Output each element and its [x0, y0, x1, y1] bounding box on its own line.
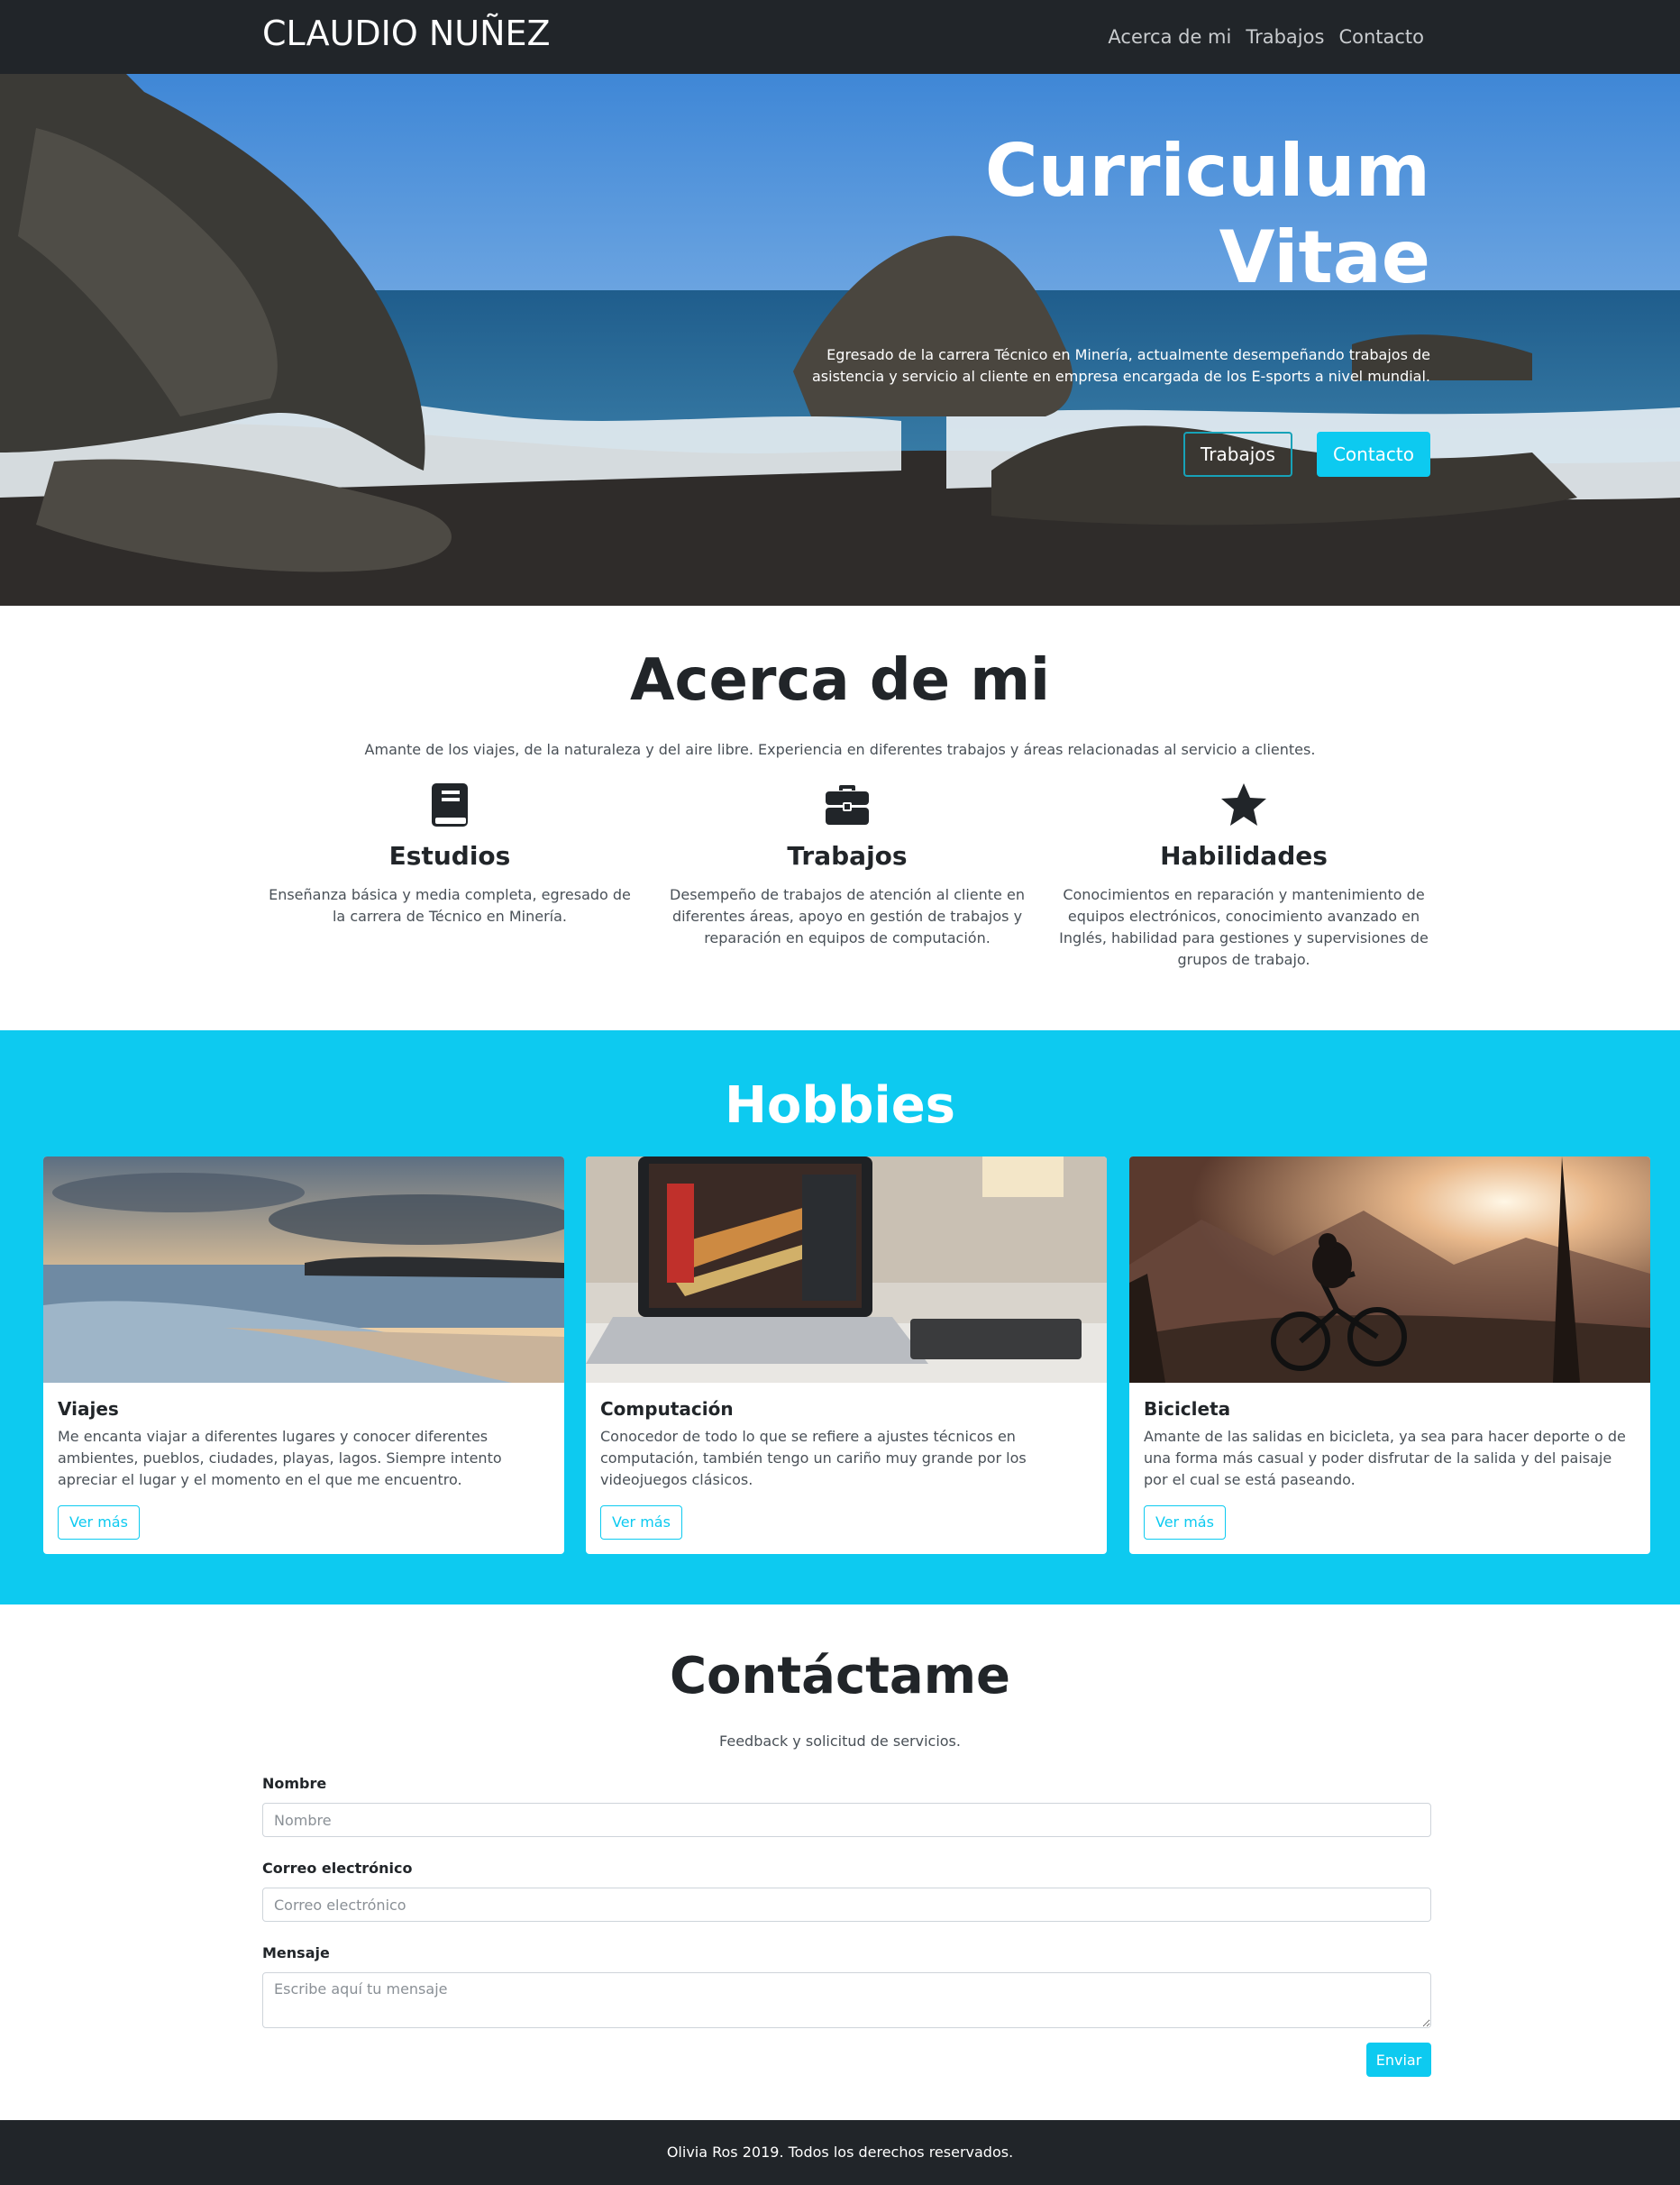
briefcase-icon — [826, 785, 869, 825]
card-title: Bicicleta — [1144, 1398, 1231, 1420]
feature-text: Conocimientos en reparación y mantenimie… — [1059, 886, 1429, 968]
hobby-card-bicicleta: Bicicleta Amante de las salidas en bicic… — [1129, 1156, 1650, 1554]
brand-logo[interactable]: CLAUDIO NUÑEZ — [262, 11, 551, 56]
hobby-card-viajes: Viajes Me encanta viajar a diferentes lu… — [43, 1156, 564, 1554]
footer: Olivia Ros 2019. Todos los derechos rese… — [0, 2120, 1680, 2185]
feature-habilidades: Habilidades Conocimientos en reparación … — [1055, 780, 1433, 971]
contact-subtitle: Feedback y solicitud de servicios. — [719, 1732, 961, 1750]
name-input[interactable] — [262, 1803, 1431, 1837]
card-text: Me encanta viajar a diferentes lugares y… — [58, 1428, 502, 1488]
hero-buttons: Trabajos Contacto — [1183, 432, 1430, 477]
ver-mas-button[interactable]: Ver más — [58, 1505, 140, 1540]
card-body: Viajes Me encanta viajar a diferentes lu… — [43, 1383, 564, 1554]
feature-title: Trabajos — [787, 841, 908, 871]
message-textarea[interactable] — [262, 1972, 1431, 2028]
hero-title-line1: Curriculum — [984, 129, 1430, 213]
about-title: Acerca de mi — [630, 647, 1050, 714]
beach-sunset-image — [43, 1156, 564, 1383]
nav-link-trabajos[interactable]: Trabajos — [1246, 22, 1324, 52]
nav-link-contacto[interactable]: Contacto — [1338, 22, 1424, 52]
email-input[interactable] — [262, 1888, 1431, 1922]
hero-description: Egresado de la carrera Técnico en Minerí… — [811, 346, 1430, 385]
hero-contacto-button[interactable]: Contacto — [1316, 432, 1430, 477]
card-body: Bicicleta Amante de las salidas en bicic… — [1129, 1383, 1650, 1554]
contact-title: Contáctame — [669, 1647, 1011, 1705]
ver-mas-button[interactable]: Ver más — [600, 1505, 682, 1540]
feature-title: Estudios — [388, 841, 511, 871]
hobby-card-computacion: Computación Conocedor de todo lo que se … — [586, 1156, 1107, 1554]
navbar: CLAUDIO NUÑEZ Acerca de mi Trabajos Cont… — [0, 0, 1680, 74]
mountain-bike-image — [1129, 1156, 1650, 1383]
card-body: Computación Conocedor de todo lo que se … — [586, 1383, 1107, 1554]
star-icon — [1221, 783, 1266, 826]
message-label: Mensaje — [262, 1944, 330, 1961]
ver-mas-button[interactable]: Ver más — [1144, 1505, 1226, 1540]
send-button[interactable]: Enviar — [1366, 2043, 1431, 2077]
about-subtitle: Amante de los viajes, de la naturaleza y… — [364, 741, 1316, 758]
hero-title-line2: Vitae — [1219, 215, 1430, 299]
hobbies-section: Hobbies Viajes Me encanta viajar a difer… — [0, 1030, 1680, 1604]
nav-link-acerca[interactable]: Acerca de mi — [1108, 22, 1231, 52]
feature-trabajos: Trabajos Desempeño de trabajos de atenci… — [658, 780, 1036, 949]
card-title: Computación — [600, 1398, 734, 1420]
hero-title: Curriculum Vitae — [799, 128, 1430, 301]
feature-estudios: Estudios Enseñanza básica y media comple… — [260, 780, 639, 928]
book-icon — [432, 783, 468, 827]
name-label: Nombre — [262, 1775, 327, 1792]
feature-text: Desempeño de trabajos de atención al cli… — [670, 886, 1025, 946]
nav-links: Acerca de mi Trabajos Contacto — [1108, 22, 1424, 52]
card-text: Amante de las salidas en bicicleta, ya s… — [1144, 1428, 1626, 1488]
hobbies-title: Hobbies — [724, 1076, 956, 1135]
email-label: Correo electrónico — [262, 1860, 413, 1877]
card-text: Conocedor de todo lo que se refiere a aj… — [600, 1428, 1027, 1488]
laptop-image — [586, 1156, 1107, 1383]
feature-text: Enseñanza básica y media completa, egres… — [269, 886, 631, 925]
feature-title: Habilidades — [1160, 841, 1328, 871]
card-title: Viajes — [58, 1398, 119, 1420]
hero-section: Curriculum Vitae Egresado de la carrera … — [0, 74, 1680, 606]
footer-text: Olivia Ros 2019. Todos los derechos rese… — [666, 2144, 1014, 2161]
hero-trabajos-button[interactable]: Trabajos — [1183, 432, 1292, 477]
